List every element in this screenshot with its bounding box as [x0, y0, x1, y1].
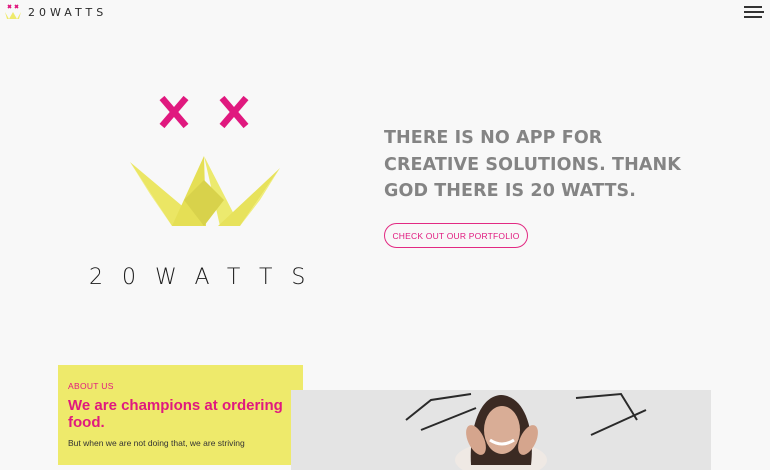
top-bar: 20WATTS: [0, 0, 770, 24]
about-body: But when we are not doing that, we are s…: [68, 438, 245, 448]
about-us-card: ABOUT US We are champions at ordering fo…: [58, 365, 303, 465]
about-title: We are champions at ordering food.: [68, 397, 283, 431]
brand-name: 20WATTS: [28, 5, 108, 19]
crown-logo-icon: [5, 4, 21, 19]
hero-headline: THERE IS NO APP FOR CREATIVE SOLUTIONS. …: [384, 128, 681, 201]
eyes-x-icon: [159, 95, 249, 129]
hero-wordmark: 20WATTS: [89, 265, 325, 290]
portfolio-button[interactable]: CHECK OUT OUR PORTFOLIO: [384, 223, 528, 248]
brand-logo-link[interactable]: 20WATTS: [4, 4, 107, 20]
hero-crown-logo: [130, 95, 280, 226]
team-photo: [291, 390, 711, 470]
about-label: ABOUT US: [68, 381, 114, 391]
crown-icon: [130, 156, 280, 226]
hamburger-menu-icon[interactable]: [744, 6, 764, 20]
